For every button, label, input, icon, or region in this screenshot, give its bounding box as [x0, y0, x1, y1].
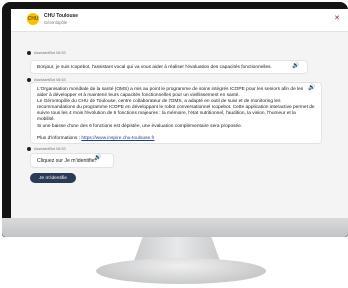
monitor-chin [2, 218, 348, 237]
monitor-stand [96, 258, 266, 284]
chat-screen: CHU CHU Toulouse Gérontopôle ✕ Assistant… [11, 9, 348, 218]
speaker-icon[interactable]: 🔊 [94, 155, 101, 161]
message-text: Cliquez sur Je m'identifie. [37, 158, 96, 164]
monitor: CHU CHU Toulouse Gérontopôle ✕ Assistant… [2, 2, 348, 237]
message-meta: AssistantBot 08:53 [27, 147, 66, 151]
chu-logo: CHU [27, 13, 39, 25]
speaker-icon[interactable]: 🔊 [308, 85, 315, 91]
info-link[interactable]: https://www.inspire.chu-toulouse.fr [81, 136, 154, 141]
info-label: Plus d'informations : [37, 135, 81, 141]
app-title: CHU Toulouse [44, 13, 79, 19]
message-paragraph: L'Organisation mondiale de la santé (OMS… [37, 87, 304, 99]
bot-message-bubble: L'Organisation mondiale de la santé (OMS… [30, 82, 322, 144]
bot-avatar-icon [27, 51, 31, 55]
logo-text: CHU [27, 16, 39, 22]
identify-button[interactable]: Je m'identifie [30, 173, 76, 183]
message-paragraph: Le Gérontopôle du CHU de Toulouse, centr… [37, 99, 315, 123]
bot-avatar-icon [27, 78, 31, 82]
speaker-icon[interactable]: 🔊 [292, 63, 299, 69]
bot-message-bubble: Bonjour, je suis Icopebot, l'assistant v… [30, 60, 308, 74]
message-time: 08:53 [56, 147, 66, 151]
message-meta: AssistantBot 08:53 [27, 51, 66, 55]
message-sender: AssistantBot [34, 147, 56, 151]
message-time: 08:53 [56, 51, 66, 55]
bot-avatar-icon [27, 147, 31, 151]
close-icon[interactable]: ✕ [334, 15, 340, 22]
info-line: Plus d'informations : https://www.inspir… [37, 136, 315, 142]
message-sender: AssistantBot [34, 51, 56, 55]
app-subtitle: Gérontopôle [44, 20, 68, 25]
message-text: Bonjour, je suis Icopebot, l'assistant v… [37, 65, 272, 70]
app-header: CHU CHU Toulouse Gérontopôle ✕ [11, 9, 348, 32]
